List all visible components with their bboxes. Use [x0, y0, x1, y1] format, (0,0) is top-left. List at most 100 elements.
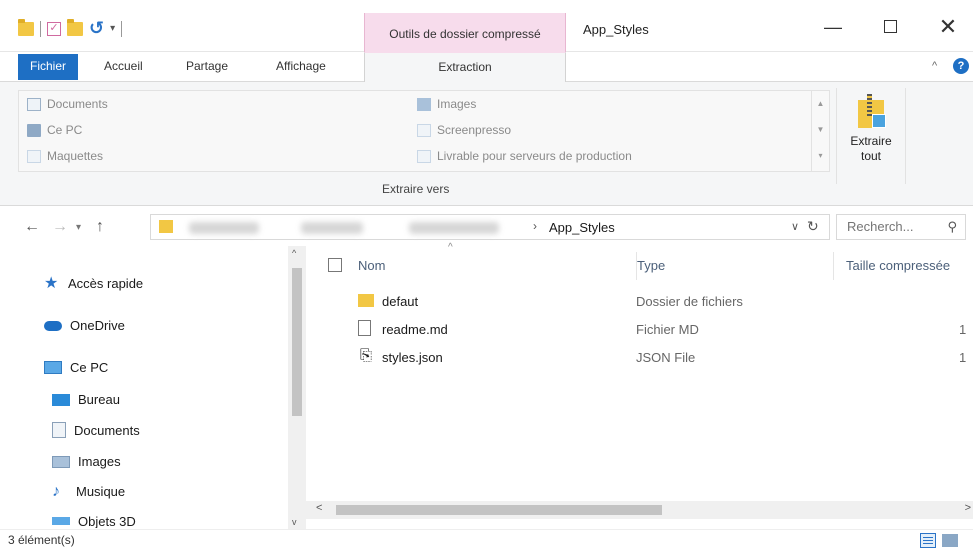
navigation-bar: ← → ▾ ↑ › App_Styles ∨ ↻ ⚲ — [0, 206, 973, 246]
nav-label: Musique — [76, 484, 126, 499]
file-name: readme.md — [382, 322, 448, 337]
destination-label: Maquettes — [47, 149, 104, 163]
folder-icon — [417, 149, 431, 163]
recent-locations-chevron-icon[interactable]: ▾ — [76, 222, 81, 233]
nav-this-pc[interactable]: Ce PC — [44, 360, 108, 375]
tab-share[interactable]: Partage — [178, 52, 236, 82]
scroll-down-icon[interactable]: ▼ — [812, 117, 829, 143]
folder-icon — [358, 294, 374, 307]
file-row[interactable]: defaut Dossier de fichiers — [306, 288, 973, 316]
extract-all-label-line1: Extraire — [850, 134, 892, 148]
help-icon[interactable]: ? — [953, 58, 969, 74]
undo-icon[interactable]: ↺ — [89, 18, 104, 39]
select-all-checkbox[interactable] — [328, 258, 342, 272]
documents-icon — [52, 422, 66, 438]
documents-icon — [27, 97, 41, 111]
tab-home[interactable]: Accueil — [96, 52, 151, 82]
pc-icon — [44, 361, 62, 374]
zip-folder-icon — [858, 94, 886, 128]
nav-desktop[interactable]: Bureau — [52, 392, 120, 407]
file-name: defaut — [382, 294, 419, 309]
file-type: Fichier MD — [636, 322, 699, 337]
destination-documents[interactable]: Documents — [27, 97, 108, 111]
nav-3d-objects[interactable]: Objets 3D — [52, 514, 136, 528]
file-name: styles.json — [382, 350, 443, 365]
refresh-icon[interactable]: ↻ — [807, 218, 819, 235]
customize-toolbar-chevron-icon[interactable]: ▾ — [110, 23, 115, 34]
properties-icon[interactable]: ✓ — [47, 21, 61, 36]
destination-maquettes[interactable]: Maquettes — [27, 149, 103, 163]
scrollbar-thumb[interactable] — [336, 505, 662, 515]
back-arrow-icon[interactable]: ← — [24, 218, 40, 236]
nav-label: Objets 3D — [78, 514, 136, 528]
destination-this-pc[interactable]: Ce PC — [27, 123, 82, 137]
minimize-button[interactable]: — — [818, 18, 848, 36]
file-size: 1 — [959, 322, 967, 337]
gallery-scroll[interactable]: ▲ ▼ ▾ — [811, 91, 829, 171]
json-file-icon: ⎘ — [360, 347, 373, 364]
details-view-icon[interactable] — [920, 533, 936, 548]
tab-file[interactable]: Fichier — [18, 54, 79, 80]
images-icon — [52, 455, 70, 468]
new-folder-icon[interactable] — [67, 18, 83, 36]
folder-icon — [27, 149, 41, 163]
address-dropdown-icon[interactable]: ∨ — [791, 220, 799, 233]
scroll-right-icon[interactable]: > — [965, 502, 971, 514]
navigation-pane: ★ Accès rapide OneDrive Ce PC Bureau Doc… — [0, 246, 288, 529]
scroll-up-icon[interactable]: ^ — [292, 248, 296, 258]
item-count: 3 élément(s) — [8, 533, 75, 547]
destination-images[interactable]: Images — [417, 97, 476, 111]
folder-icon[interactable] — [18, 18, 34, 36]
ribbon-tabs: Fichier Accueil Partage Affichage Extrac… — [0, 52, 973, 83]
maximize-button[interactable] — [875, 18, 905, 36]
scroll-up-icon[interactable]: ▲ — [812, 91, 829, 117]
search-box[interactable]: ⚲ — [836, 214, 966, 240]
ribbon: Documents Ce PC Maquettes Images Screenp… — [0, 82, 973, 206]
separator — [40, 20, 41, 37]
destination-label: Ce PC — [47, 123, 83, 137]
file-icon — [358, 320, 371, 336]
nav-music[interactable]: ♪ Musique — [52, 483, 126, 499]
nav-label: Accès rapide — [68, 276, 144, 291]
up-arrow-icon[interactable]: ↑ — [96, 218, 104, 236]
file-row[interactable]: ⎘ styles.json JSON File 1 — [306, 344, 973, 372]
window-title: App_Styles — [583, 22, 649, 37]
destination-screenpresso[interactable]: Screenpresso — [417, 123, 511, 137]
large-icons-view-icon[interactable] — [942, 534, 958, 547]
tab-view[interactable]: Affichage — [268, 52, 334, 82]
search-input[interactable] — [847, 219, 937, 234]
scroll-left-icon[interactable]: < — [316, 502, 322, 514]
file-list-horizontal-scrollbar[interactable]: < > — [306, 501, 973, 519]
context-tab-group: Outils de dossier compressé — [364, 13, 566, 52]
extract-all-button[interactable]: Extraire tout — [836, 88, 906, 184]
nav-documents[interactable]: Documents — [52, 422, 140, 438]
folder-icon — [417, 123, 431, 137]
status-bar: 3 élément(s) — [0, 529, 973, 551]
column-header-size[interactable]: Taille compressée — [833, 252, 973, 280]
nav-pane-scrollbar[interactable]: ^ v — [288, 246, 306, 529]
destination-label: Screenpresso — [437, 123, 512, 137]
nav-quick-access[interactable]: ★ Accès rapide — [44, 275, 144, 291]
close-button[interactable]: ✕ — [933, 16, 963, 38]
file-row[interactable]: readme.md Fichier MD 1 — [306, 316, 973, 344]
destination-label: Livrable pour serveurs de production — [437, 149, 632, 163]
scroll-down-icon[interactable]: v — [292, 517, 297, 527]
destination-livrable[interactable]: Livrable pour serveurs de production — [417, 149, 632, 163]
breadcrumb-chevron-icon[interactable]: › — [533, 219, 537, 233]
scrollbar-thumb[interactable] — [292, 268, 302, 416]
column-header-name[interactable]: Nom — [358, 252, 628, 280]
column-header-type[interactable]: Type — [636, 252, 836, 280]
search-icon[interactable]: ⚲ — [947, 219, 957, 235]
breadcrumb-current[interactable]: App_Styles — [549, 220, 615, 235]
collapse-ribbon-icon[interactable]: ^ — [932, 60, 937, 72]
ribbon-group-label: Extraire vers — [382, 182, 450, 196]
extract-all-label: Extraire tout — [837, 134, 905, 164]
address-bar[interactable]: › App_Styles ∨ ↻ — [150, 214, 830, 240]
quick-access-toolbar: ✓ ↺ ▾ — [18, 18, 123, 39]
tab-extract[interactable]: Extraction — [364, 52, 566, 83]
gallery-more-icon[interactable]: ▾ — [812, 143, 829, 169]
forward-arrow-icon[interactable]: → — [52, 218, 68, 236]
nav-onedrive[interactable]: OneDrive — [44, 318, 125, 333]
3d-objects-icon — [52, 517, 70, 525]
nav-images[interactable]: Images — [52, 454, 121, 469]
